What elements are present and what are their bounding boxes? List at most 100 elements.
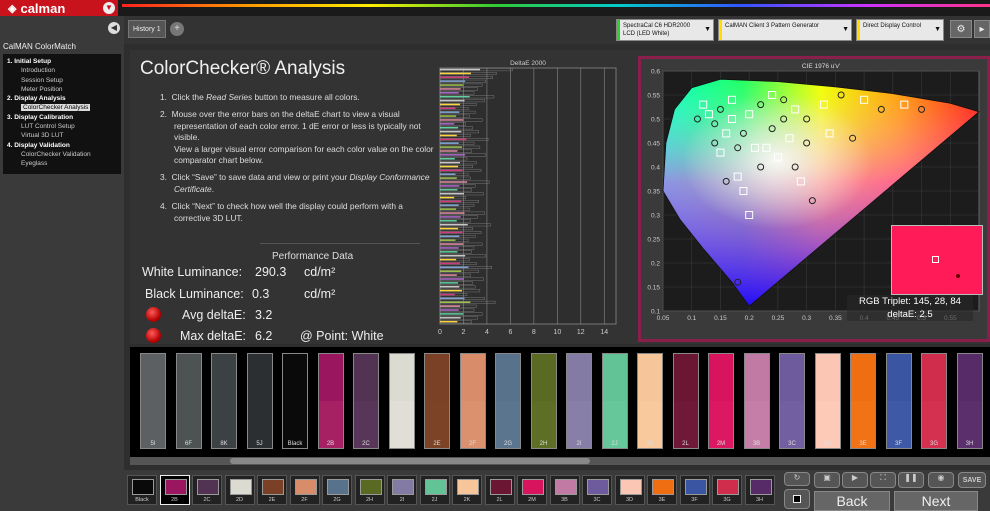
patch-chip-3C[interactable]: 3C bbox=[582, 475, 612, 505]
deltae-chart-title: DeltaE 2000 bbox=[510, 60, 546, 67]
deltae-bar-fill bbox=[440, 196, 455, 199]
deltae-bar-fill bbox=[440, 258, 457, 261]
nav-item-7[interactable]: LUT Control Setup bbox=[7, 122, 117, 131]
deltae-bar-fill bbox=[440, 208, 457, 210]
comparator-swatch-5J[interactable] bbox=[246, 353, 273, 449]
nav-step-4[interactable]: 2. Display Analysis bbox=[7, 94, 117, 103]
comparator-swatch-2K[interactable] bbox=[637, 353, 663, 449]
nav-step-6[interactable]: 3. Display Calibration bbox=[7, 113, 117, 122]
scroll-right-button[interactable]: ▸ bbox=[974, 20, 990, 38]
tab-history-1[interactable]: History 1 bbox=[128, 20, 166, 38]
nav-step-0[interactable]: 1. Initial Setup bbox=[7, 57, 117, 66]
add-tab-button[interactable]: + bbox=[170, 22, 184, 36]
patch-chip-3E[interactable]: 3E bbox=[647, 475, 677, 505]
patch-chip-2E[interactable]: 2E bbox=[257, 475, 287, 505]
settings-button[interactable]: ⚙ bbox=[950, 20, 972, 38]
cie-chart-panel[interactable]: 0.050.10.150.20.250.30.350.40.450.50.550… bbox=[638, 56, 990, 342]
back-button[interactable]: Back bbox=[814, 491, 890, 511]
nav-step-9[interactable]: 4. Display Validation bbox=[7, 141, 117, 150]
comparator-swatch-2F[interactable] bbox=[459, 353, 486, 449]
comparator-swatch-2D[interactable] bbox=[388, 353, 415, 449]
comparator-swatch-3E[interactable] bbox=[850, 353, 876, 449]
patch-chip-2H[interactable]: 2H bbox=[354, 475, 385, 505]
comparator-scrollbar[interactable] bbox=[130, 457, 990, 465]
patch-chip-3H[interactable]: 3H bbox=[744, 475, 775, 505]
deltae-bar-fill bbox=[440, 262, 461, 265]
play-button[interactable]: ▶ bbox=[842, 472, 868, 488]
nav-item-11[interactable]: Eyeglass bbox=[7, 159, 117, 168]
patch-color bbox=[294, 479, 317, 495]
pause-button[interactable]: ❚❚ bbox=[898, 472, 924, 488]
comparator-swatch-2H[interactable] bbox=[530, 353, 557, 449]
patch-color bbox=[229, 479, 252, 495]
comparator-swatch-2M[interactable] bbox=[708, 353, 734, 449]
patch-chip-3F[interactable]: 3F bbox=[679, 475, 710, 505]
meter-device-selector[interactable]: SpectraCal C6 HDR2000 LCD (LED White) ▼ bbox=[616, 19, 714, 41]
patch-chip-2M[interactable]: 2M bbox=[517, 475, 547, 505]
read-series-button[interactable]: ↻ bbox=[784, 472, 810, 486]
patch-chip-2D[interactable]: 2D bbox=[224, 475, 255, 505]
patch-chip-2G[interactable]: 2G bbox=[322, 475, 352, 505]
deltae-bar-fill bbox=[440, 103, 461, 106]
patch-chip-Black[interactable]: Black bbox=[127, 475, 157, 505]
patch-color bbox=[359, 479, 382, 495]
nav-item-3[interactable]: Meter Position bbox=[7, 85, 117, 94]
nav-item-1[interactable]: Introduction bbox=[7, 66, 117, 75]
comparator-swatch-3C[interactable] bbox=[779, 353, 805, 449]
comparator-swatch-8K[interactable] bbox=[211, 353, 237, 449]
deltae-bar-fill bbox=[440, 223, 468, 226]
deltae-bar-fill bbox=[440, 119, 464, 121]
next-button[interactable]: Next bbox=[894, 491, 978, 511]
comparator-swatch-3H[interactable] bbox=[956, 353, 983, 449]
comparator-swatch-3B[interactable] bbox=[743, 353, 770, 449]
nav-item-2[interactable]: Session Setup bbox=[7, 76, 117, 85]
camera-button[interactable]: ◉ bbox=[928, 472, 954, 488]
patch-chip-2F[interactable]: 2F bbox=[289, 475, 320, 505]
deltae-bar-fill bbox=[440, 313, 464, 315]
nav-item-5[interactable]: ColorChecker Analysis bbox=[7, 103, 117, 112]
comparator-swatch-5I[interactable] bbox=[140, 353, 166, 449]
patch-chip-2J[interactable]: 2J bbox=[419, 475, 450, 505]
stop-button[interactable] bbox=[784, 489, 810, 509]
comparator-swatch-3G[interactable] bbox=[921, 353, 947, 449]
comparator-swatch-2G[interactable] bbox=[495, 353, 521, 449]
deltae-bar-fill bbox=[440, 134, 457, 137]
patch-chip-2C[interactable]: 2C bbox=[192, 475, 222, 505]
calman-logo[interactable]: ◈ calman ▼ bbox=[0, 0, 118, 16]
comparator-swatch-3D[interactable] bbox=[814, 353, 841, 449]
read-continuous-button[interactable]: ▣ bbox=[814, 472, 840, 488]
patch-chip-2K[interactable]: 2K bbox=[452, 475, 482, 505]
patch-chip-3B[interactable]: 3B bbox=[549, 475, 580, 505]
patch-chip-2I[interactable]: 2I bbox=[387, 475, 417, 505]
comparator-swatch-2I[interactable] bbox=[566, 353, 592, 449]
nav-item-8[interactable]: Virtual 3D LUT bbox=[7, 131, 117, 140]
patch-chip-3D[interactable]: 3D bbox=[614, 475, 645, 505]
patch-label: 2K bbox=[463, 497, 471, 503]
patch-chip-2B[interactable]: 2B bbox=[159, 475, 190, 505]
deltae-chart[interactable]: DeltaE 2000 0 2 4 6 8 10 12 14 bbox=[436, 58, 626, 344]
comparator-swatch-2E[interactable] bbox=[424, 353, 450, 449]
patch-label: 3H bbox=[755, 497, 764, 503]
scrollbar-thumb[interactable] bbox=[230, 458, 590, 464]
patch-chip-2L[interactable]: 2L bbox=[484, 475, 515, 505]
patch-chip-3G[interactable]: 3G bbox=[712, 475, 742, 505]
save-button[interactable]: SAVE bbox=[958, 472, 986, 488]
comparator-swatch-2B[interactable] bbox=[317, 353, 344, 449]
chevron-down-icon[interactable]: ▼ bbox=[103, 2, 115, 14]
comparator-swatch-2J[interactable] bbox=[601, 353, 628, 449]
deltae-bar-fill bbox=[440, 317, 461, 319]
comparator-swatch-6F[interactable] bbox=[175, 353, 202, 449]
workflow-tree: 1. Initial Setup Introduction Session Setu… bbox=[3, 54, 121, 174]
chevron-down-icon: ▼ bbox=[934, 26, 941, 33]
comparator-swatch-3F[interactable] bbox=[885, 353, 912, 449]
fullscreen-button[interactable]: ⛶ bbox=[870, 472, 896, 488]
calman-window: ◈ calman ▼ ◀ CalMAN ColorMatch 1. Initia… bbox=[0, 0, 990, 511]
nav-item-10[interactable]: ColorChecker Validation bbox=[7, 150, 117, 159]
comparator-swatch-2L[interactable] bbox=[672, 353, 699, 449]
collapse-sidebar-icon[interactable]: ◀ bbox=[108, 22, 120, 34]
comparator-swatch-2C[interactable] bbox=[353, 353, 379, 449]
pattern-generator-selector[interactable]: CalMAN Client 3 Pattern Generator ▼ bbox=[718, 19, 852, 41]
display-control-selector[interactable]: Direct Display Control ▼ bbox=[856, 19, 944, 41]
comparator-swatch-Black[interactable] bbox=[282, 353, 308, 449]
patch-color bbox=[684, 479, 707, 495]
